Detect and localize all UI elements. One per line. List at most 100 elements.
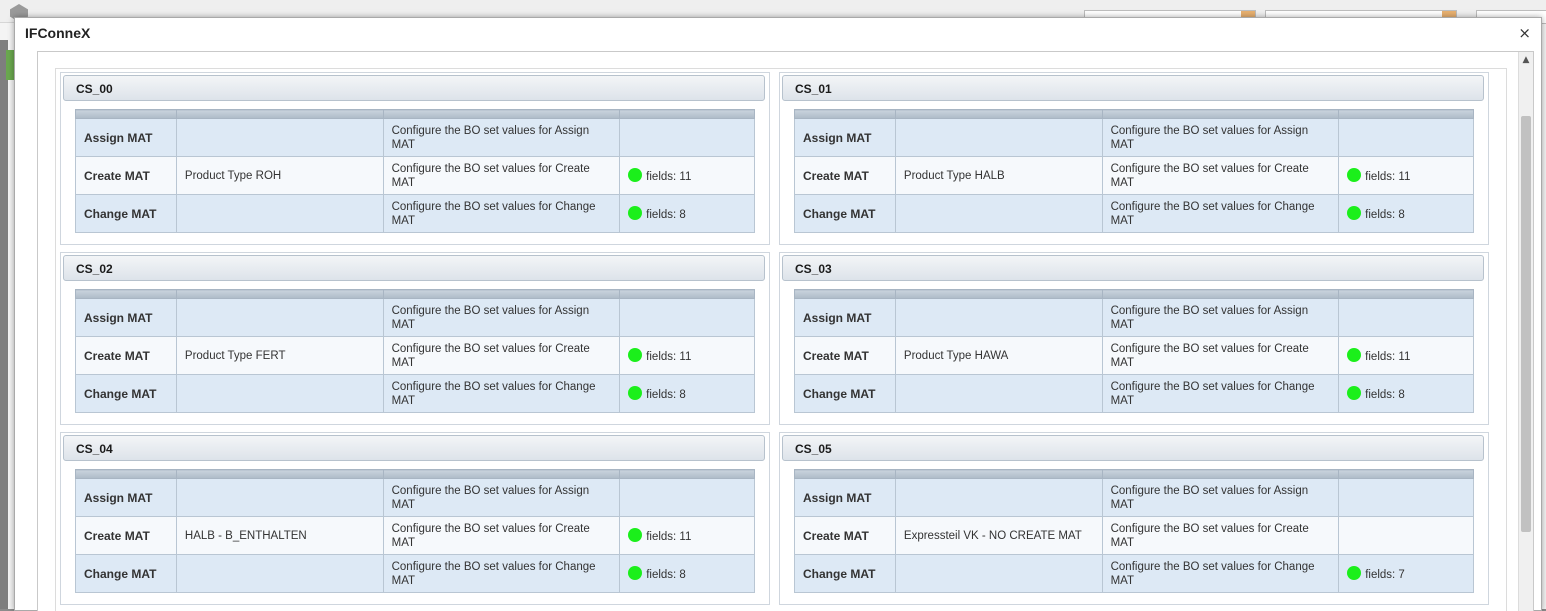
action-link[interactable]: Create MAT xyxy=(75,516,177,555)
table-row[interactable]: Change MAT Configure the BO set values fo… xyxy=(794,194,1474,233)
table-row[interactable]: Assign MAT Configure the BO set values fo… xyxy=(75,478,755,517)
config-cell: Configure the BO set values for Create M… xyxy=(382,336,621,375)
panel-header[interactable]: CS_02 xyxy=(63,255,765,281)
description-cell xyxy=(175,374,384,413)
panel-title: CS_02 xyxy=(76,262,113,276)
cs-panel-grid: CS_00 Assign MAT Configure the BO set valu… xyxy=(55,68,1507,611)
table-row[interactable]: Assign MAT Configure the BO set values fo… xyxy=(75,298,755,337)
cs-table: Assign MAT Configure the BO set values fo… xyxy=(794,109,1474,233)
fields-cell: fields: 8 xyxy=(1338,194,1474,233)
description-cell xyxy=(894,298,1103,337)
action-link[interactable]: Change MAT xyxy=(794,374,896,413)
config-cell: Configure the BO set values for Change M… xyxy=(382,374,621,413)
cs-table: Assign MAT Configure the BO set values fo… xyxy=(794,289,1474,413)
action-link[interactable]: Change MAT xyxy=(75,554,177,593)
table-row[interactable]: Change MAT Configure the BO set values fo… xyxy=(75,554,755,593)
panel-header[interactable]: CS_01 xyxy=(782,75,1484,101)
fields-count: fields: 11 xyxy=(1365,350,1411,363)
table-row[interactable]: Assign MAT Configure the BO set values fo… xyxy=(794,298,1474,337)
table-row[interactable]: Change MAT Configure the BO set values fo… xyxy=(75,374,755,413)
config-cell: Configure the BO set values for Assign M… xyxy=(382,478,621,517)
cs-panel: CS_00 Assign MAT Configure the BO set valu… xyxy=(60,72,770,245)
vertical-scrollbar[interactable]: ▲ xyxy=(1518,52,1533,611)
description-cell: Product Type ROH xyxy=(175,156,384,195)
fields-cell: fields: 11 xyxy=(1338,336,1474,375)
fields-cell: fields: 11 xyxy=(1338,156,1474,195)
fields-cell xyxy=(1338,298,1474,337)
fields-cell: fields: 11 xyxy=(619,516,755,555)
table-row[interactable]: Assign MAT Configure the BO set values fo… xyxy=(794,478,1474,517)
status-dot-icon xyxy=(628,385,643,400)
status-dot-icon xyxy=(1347,565,1362,580)
description-cell: Product Type FERT xyxy=(175,336,384,375)
config-cell: Configure the BO set values for Change M… xyxy=(382,554,621,593)
table-header-row xyxy=(794,469,1474,479)
action-link[interactable]: Assign MAT xyxy=(794,478,896,517)
scroll-up-arrow-icon[interactable]: ▲ xyxy=(1519,52,1533,68)
table-row[interactable]: Create MAT Product Type HALB Configure the… xyxy=(794,156,1474,195)
fields-count: fields: 8 xyxy=(646,208,686,221)
fields-cell xyxy=(619,478,755,517)
description-cell: HALB - B_ENTHALTEN xyxy=(175,516,384,555)
action-link[interactable]: Change MAT xyxy=(794,554,896,593)
table-row[interactable]: Create MAT Product Type FERT Configure the… xyxy=(75,336,755,375)
action-link[interactable]: Create MAT xyxy=(75,156,177,195)
table-header-row xyxy=(794,289,1474,299)
table-row[interactable]: Change MAT Configure the BO set values fo… xyxy=(794,374,1474,413)
cs-table: Assign MAT Configure the BO set values fo… xyxy=(75,469,755,593)
table-row[interactable]: Create MAT Product Type ROH Configure the … xyxy=(75,156,755,195)
status-dot-icon xyxy=(1347,385,1362,400)
config-cell: Configure the BO set values for Change M… xyxy=(1101,194,1340,233)
fields-cell xyxy=(619,118,755,157)
panel-header[interactable]: CS_04 xyxy=(63,435,765,461)
config-cell: Configure the BO set values for Create M… xyxy=(1101,156,1340,195)
description-cell: Expressteil VK - NO CREATE MAT xyxy=(894,516,1103,555)
action-link[interactable]: Assign MAT xyxy=(75,118,177,157)
fields-count: fields: 8 xyxy=(646,388,686,401)
status-dot-icon xyxy=(1347,167,1362,182)
panel-header[interactable]: CS_03 xyxy=(782,255,1484,281)
fields-count: fields: 11 xyxy=(646,350,692,363)
fields-cell: fields: 8 xyxy=(619,374,755,413)
action-link[interactable]: Assign MAT xyxy=(794,118,896,157)
table-row[interactable]: Create MAT Expressteil VK - NO CREATE MAT… xyxy=(794,516,1474,555)
action-link[interactable]: Create MAT xyxy=(794,516,896,555)
action-link[interactable]: Change MAT xyxy=(75,374,177,413)
description-cell xyxy=(175,478,384,517)
ifconnex-dialog: IFConneX × CS_00 Assign MAT Configure the … xyxy=(14,17,1542,611)
action-link[interactable]: Assign MAT xyxy=(794,298,896,337)
action-link[interactable]: Assign MAT xyxy=(75,298,177,337)
table-row[interactable]: Change MAT Configure the BO set values fo… xyxy=(75,194,755,233)
status-dot-icon xyxy=(1347,205,1362,220)
fields-cell xyxy=(1338,118,1474,157)
table-row[interactable]: Create MAT HALB - B_ENTHALTEN Configure th… xyxy=(75,516,755,555)
scroll-thumb[interactable] xyxy=(1521,116,1531,532)
panel-header[interactable]: CS_00 xyxy=(63,75,765,101)
status-dot-icon xyxy=(628,527,643,542)
fields-cell: fields: 11 xyxy=(619,336,755,375)
close-icon[interactable]: × xyxy=(1518,24,1531,42)
cs-table: Assign MAT Configure the BO set values fo… xyxy=(75,109,755,233)
description-cell xyxy=(894,374,1103,413)
action-link[interactable]: Assign MAT xyxy=(75,478,177,517)
fields-cell: fields: 8 xyxy=(619,554,755,593)
config-cell: Configure the BO set values for Assign M… xyxy=(1101,478,1340,517)
table-row[interactable]: Assign MAT Configure the BO set values fo… xyxy=(75,118,755,157)
table-row[interactable]: Assign MAT Configure the BO set values fo… xyxy=(794,118,1474,157)
panel-title: CS_00 xyxy=(76,82,113,96)
action-link[interactable]: Change MAT xyxy=(75,194,177,233)
action-link[interactable]: Create MAT xyxy=(794,336,896,375)
fields-count: fields: 8 xyxy=(1365,208,1405,221)
action-link[interactable]: Create MAT xyxy=(794,156,896,195)
table-row[interactable]: Change MAT Configure the BO set values fo… xyxy=(794,554,1474,593)
action-link[interactable]: Change MAT xyxy=(794,194,896,233)
action-link[interactable]: Create MAT xyxy=(75,336,177,375)
panel-header[interactable]: CS_05 xyxy=(782,435,1484,461)
fields-cell: fields: 8 xyxy=(1338,374,1474,413)
fields-cell: fields: 8 xyxy=(619,194,755,233)
table-row[interactable]: Create MAT Product Type HAWA Configure the… xyxy=(794,336,1474,375)
description-cell: Product Type HAWA xyxy=(894,336,1103,375)
table-header-row xyxy=(75,469,755,479)
table-header-row xyxy=(794,109,1474,119)
description-cell xyxy=(894,118,1103,157)
